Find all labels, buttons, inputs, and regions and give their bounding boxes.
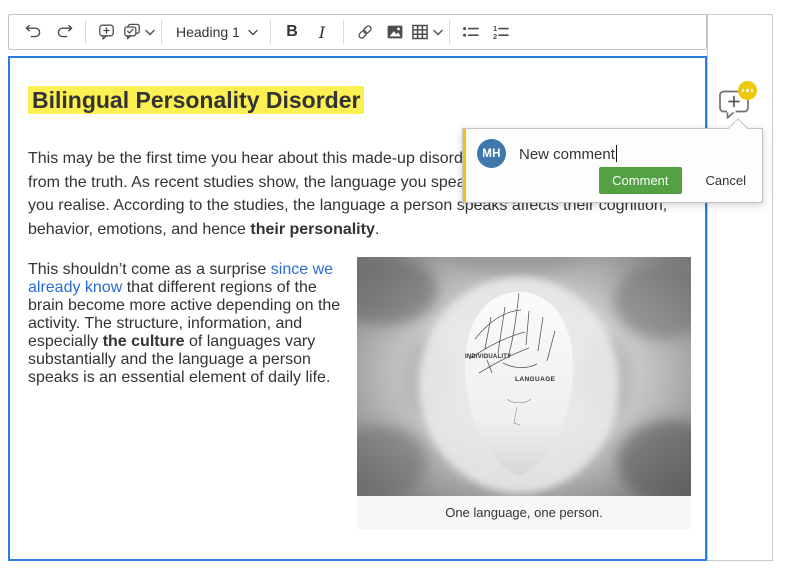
- language-label: LANGUAGE: [515, 376, 556, 383]
- comment-thread-button[interactable]: [718, 89, 752, 121]
- comment-submit-button[interactable]: Comment: [599, 167, 681, 194]
- toolbar-separator: [449, 20, 450, 44]
- editor-window: Heading 1 B I 12: [0, 0, 787, 574]
- italic-icon: I: [319, 23, 325, 42]
- user-avatar: MH: [477, 139, 506, 168]
- individuality-label: INDIVIDUALITY: [465, 354, 511, 360]
- chevron-down-icon: [433, 29, 443, 36]
- comments-archive-dropdown[interactable]: [122, 18, 155, 46]
- yellow-highlight: Bilingual Personality Disorder: [28, 86, 364, 114]
- paragraph-2-text: This shouldn’t come as a surprise: [28, 261, 271, 278]
- redo-button[interactable]: [49, 18, 79, 46]
- toolbar-separator: [85, 20, 86, 44]
- content-image-figure[interactable]: INDIVIDUALITY LANGUAGE One language, one…: [357, 257, 691, 529]
- table-dropdown[interactable]: [410, 18, 443, 46]
- svg-text:2: 2: [493, 32, 497, 41]
- paragraph-1-period: .: [375, 221, 379, 238]
- bold-icon: B: [286, 23, 298, 41]
- chevron-down-icon: [145, 29, 155, 36]
- bold-button[interactable]: B: [277, 18, 307, 46]
- phrenology-head-photo: INDIVIDUALITY LANGUAGE: [357, 257, 691, 496]
- undo-button[interactable]: [19, 18, 49, 46]
- paragraph-1-bold: their personality: [250, 221, 374, 238]
- redo-icon: [54, 22, 74, 42]
- italic-button[interactable]: I: [307, 18, 337, 46]
- undo-icon: [24, 22, 44, 42]
- comments-sidebar: [707, 14, 773, 561]
- chevron-down-icon: [248, 23, 258, 41]
- toolbar-separator: [270, 20, 271, 44]
- paragraph-2-bold: the culture: [103, 333, 185, 350]
- bulleted-list-button[interactable]: [456, 18, 486, 46]
- heading-dropdown-label: Heading 1: [176, 24, 240, 40]
- toolbar-separator: [161, 20, 162, 44]
- link-icon: [355, 22, 375, 42]
- comment-input[interactable]: New comment: [519, 145, 617, 163]
- image-caption[interactable]: One language, one person.: [357, 496, 691, 529]
- image-button[interactable]: [380, 18, 410, 46]
- text-cursor: [616, 145, 618, 162]
- document-title: Bilingual Personality Disorder: [28, 84, 691, 117]
- add-comment-icon: [97, 22, 117, 42]
- editor-toolbar: Heading 1 B I 12: [8, 14, 707, 50]
- link-button[interactable]: [350, 18, 380, 46]
- add-comment-button[interactable]: [92, 18, 122, 46]
- comment-input-text: New comment: [519, 146, 615, 163]
- table-icon: [410, 22, 430, 42]
- image-icon: [385, 22, 405, 42]
- toolbar-separator: [343, 20, 344, 44]
- comment-cancel-button[interactable]: Cancel: [706, 173, 746, 188]
- bulleted-list-icon: [461, 22, 481, 42]
- heading-dropdown[interactable]: Heading 1: [168, 18, 264, 46]
- comments-archive-icon: [122, 22, 142, 42]
- unresolved-comment-badge: [738, 81, 757, 100]
- numbered-list-icon: 12: [491, 22, 511, 42]
- new-comment-popup: MH New comment Comment Cancel: [462, 128, 763, 203]
- numbered-list-button[interactable]: 12: [486, 18, 516, 46]
